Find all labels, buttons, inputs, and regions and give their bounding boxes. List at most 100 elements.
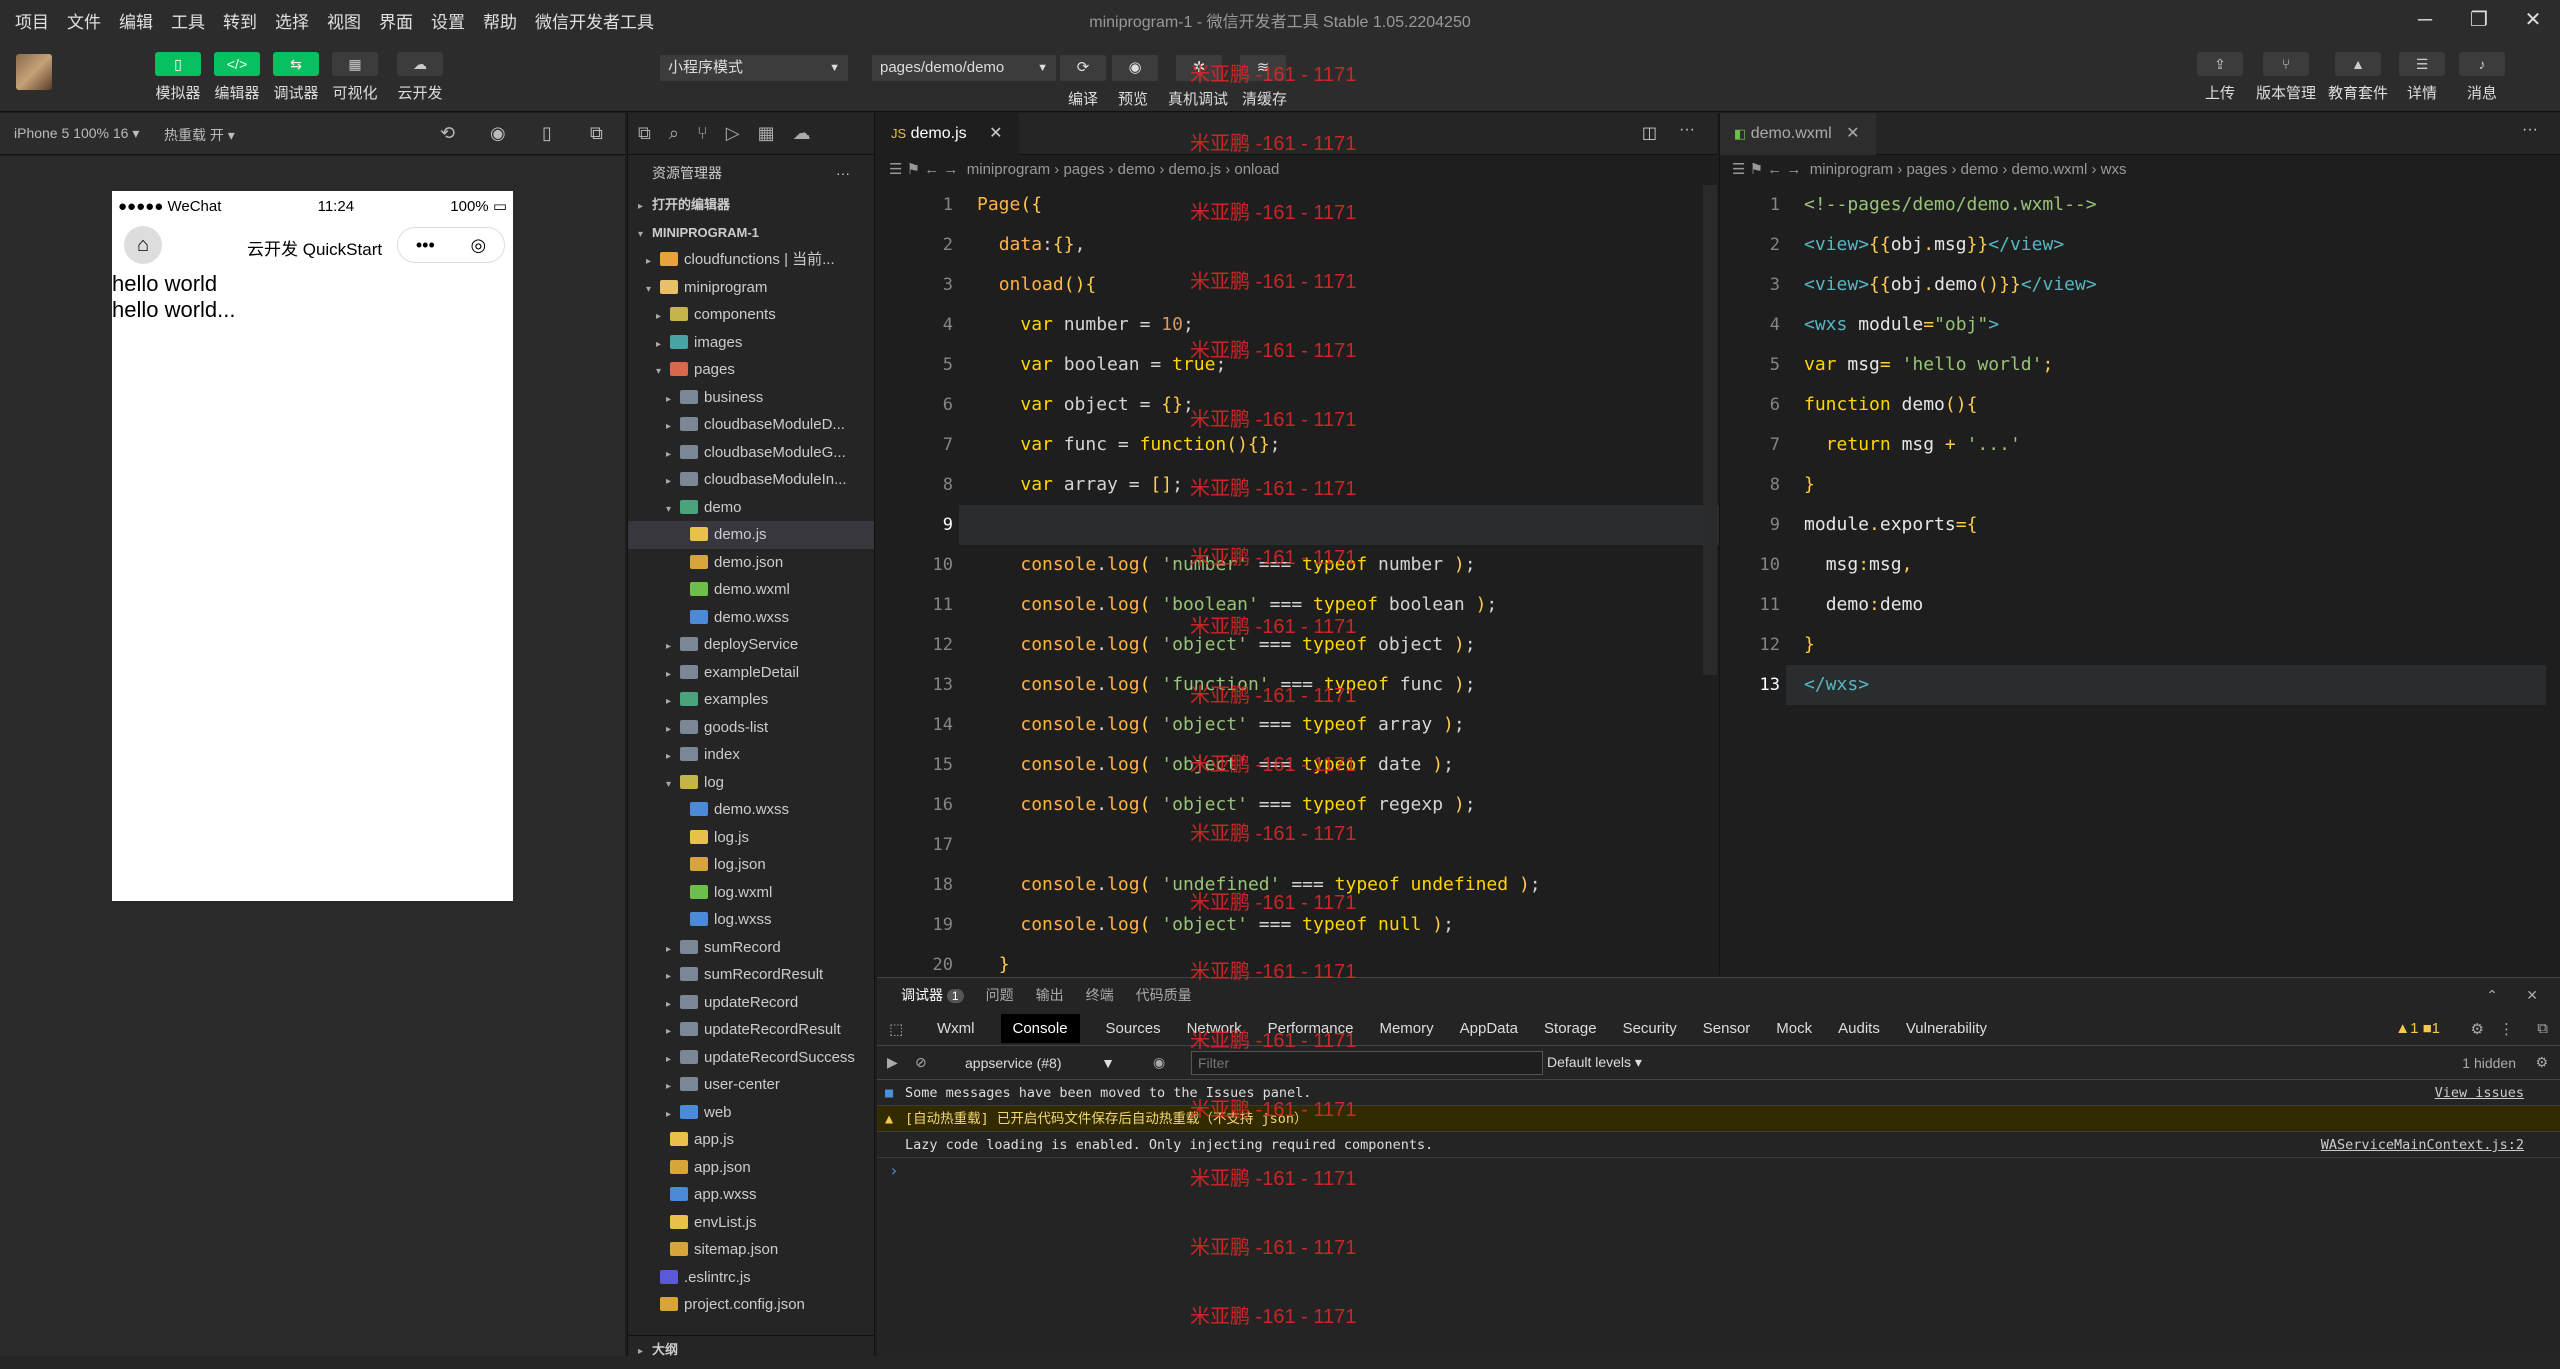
compile-button[interactable]: ⟳ [1060, 55, 1106, 81]
mode-select[interactable]: 小程序模式 ▼ [660, 55, 848, 81]
tree-item[interactable]: app.js [628, 1126, 874, 1154]
tree-item[interactable]: ▸ user-center [628, 1071, 874, 1099]
tree-item[interactable]: log.wxml [628, 879, 874, 907]
visual-button[interactable]: ▦ 可视化 [325, 52, 385, 103]
target-icon[interactable]: ◎ [470, 235, 486, 256]
clear-icon[interactable]: ⊘ [915, 1054, 927, 1071]
cloud-icon[interactable]: ☁ [793, 123, 811, 144]
tab-output[interactable]: 输出 [1036, 985, 1064, 1005]
menu-item[interactable]: 选择 [266, 8, 318, 33]
back-icon[interactable]: ← [924, 161, 939, 178]
tab-issues[interactable]: 问题 [986, 985, 1014, 1005]
tree-item[interactable]: log.js [628, 824, 874, 852]
tree-item[interactable]: ▾ demo [628, 494, 874, 522]
tab-sources[interactable]: Sources [1106, 1020, 1161, 1037]
tree-item[interactable]: ▸ cloudbaseModuleG... [628, 439, 874, 467]
tree-item[interactable]: log.json [628, 851, 874, 879]
tree-item[interactable]: demo.wxml [628, 576, 874, 604]
restore-icon[interactable]: ❐ [2452, 0, 2506, 40]
menu-item[interactable]: 设置 [422, 8, 474, 33]
menu-item[interactable]: 文件 [58, 8, 110, 33]
bookmark-icon[interactable]: ⚑ [1750, 161, 1763, 178]
menu-item[interactable]: 界面 [370, 8, 422, 33]
menu-item[interactable]: 帮助 [474, 8, 526, 33]
inspect-icon[interactable]: ⬚ [889, 1020, 903, 1038]
tree-item[interactable]: ▾ log [628, 769, 874, 797]
levels-select[interactable]: Default levels ▾ [1547, 1054, 1642, 1071]
tab-wxml[interactable]: Wxml [937, 1020, 975, 1037]
files-icon[interactable]: ⧉ [638, 123, 651, 144]
tree-item[interactable]: ▸ cloudbaseModuleD... [628, 411, 874, 439]
menu-item[interactable]: 视图 [318, 8, 370, 33]
list-icon[interactable]: ☰ [889, 161, 902, 178]
tab-performance[interactable]: Performance [1268, 1020, 1354, 1037]
more-icon[interactable]: ··· [836, 155, 850, 191]
details-button[interactable]: ☰ 详情 [2392, 52, 2452, 103]
context-select[interactable]: appservice (#8) ▼ [965, 1055, 1115, 1071]
capsule-menu[interactable]: ••• ◎ [397, 227, 505, 263]
minimize-icon[interactable]: ─ [2398, 0, 2452, 40]
remote-debug-button[interactable]: ✲ [1176, 55, 1222, 81]
split-editor-icon[interactable]: ◫ [1642, 123, 1657, 143]
forward-icon[interactable]: → [1786, 161, 1801, 178]
sidebar-toggle-icon[interactable]: ▶ [887, 1054, 898, 1071]
record-icon[interactable]: ◉ [490, 123, 506, 144]
console-link[interactable]: View issues [2435, 1080, 2524, 1106]
tab-code-quality[interactable]: 代码质量 [1136, 985, 1192, 1005]
tree-item[interactable]: ▸ sumRecordResult [628, 961, 874, 989]
tree-item[interactable]: ▸ updateRecordResult [628, 1016, 874, 1044]
debug-icon[interactable]: ▷ [726, 123, 740, 144]
tree-item[interactable]: demo.wxss [628, 604, 874, 632]
hot-reload-toggle[interactable]: 热重载 开 ▾ [164, 125, 235, 145]
forward-icon[interactable]: → [943, 161, 958, 178]
debugger-button[interactable]: ⇆ 调试器 [266, 52, 326, 103]
tab-sensor[interactable]: Sensor [1703, 1020, 1751, 1037]
tree-item[interactable]: .eslintrc.js [628, 1264, 874, 1292]
tree-item[interactable]: ▸ index [628, 741, 874, 769]
tab-storage[interactable]: Storage [1544, 1020, 1597, 1037]
clear-cache-button[interactable]: ≋ [1240, 55, 1286, 81]
chevron-up-icon[interactable]: ⌃ [2486, 987, 2498, 1004]
menu-item[interactable]: 转到 [214, 8, 266, 33]
more-icon[interactable]: ··· [2522, 121, 2538, 139]
tab-terminal[interactable]: 终端 [1086, 985, 1114, 1005]
gear-icon[interactable]: ⚙ [2535, 1054, 2548, 1071]
dock-icon[interactable]: ⧉ [2537, 1020, 2548, 1037]
console-link[interactable]: WAServiceMainContext.js:2 [2321, 1132, 2524, 1158]
tab-mock[interactable]: Mock [1776, 1020, 1812, 1037]
tab-security[interactable]: Security [1623, 1020, 1677, 1037]
tree-item[interactable]: ▸ images [628, 329, 874, 357]
close-icon[interactable]: ✕ [2506, 0, 2560, 40]
tree-item[interactable]: app.json [628, 1154, 874, 1182]
avatar[interactable] [16, 54, 52, 90]
tree-item[interactable]: ▸ deployService [628, 631, 874, 659]
console-prompt[interactable]: › [877, 1158, 2560, 1184]
tree-item[interactable]: demo.js [628, 521, 874, 549]
tree-item[interactable]: ▸ updateRecordSuccess [628, 1044, 874, 1072]
rotate-icon[interactable]: ⟲ [440, 123, 455, 144]
eye-icon[interactable]: ◉ [1153, 1054, 1165, 1071]
search-icon[interactable]: ⌕ [669, 123, 679, 144]
cloud-button[interactable]: ☁ 云开发 [390, 52, 450, 103]
tree-item[interactable]: demo.json [628, 549, 874, 577]
tree-item[interactable]: ▸ sumRecord [628, 934, 874, 962]
tree-item[interactable]: ▸ exampleDetail [628, 659, 874, 687]
tree-item[interactable]: project.config.json [628, 1291, 874, 1319]
more-icon[interactable]: ··· [1679, 121, 1695, 139]
tree-item[interactable]: ▸ web [628, 1099, 874, 1127]
tree-item[interactable]: ▸ examples [628, 686, 874, 714]
open-editors-section[interactable]: ▸ 打开的编辑器 [628, 191, 874, 219]
menu-item[interactable]: 微信开发者工具 [526, 8, 663, 33]
phone-icon[interactable]: ▯ [542, 123, 552, 144]
tree-item[interactable]: ▸ business [628, 384, 874, 412]
upload-button[interactable]: ⇪ 上传 [2190, 52, 2250, 103]
tree-item[interactable]: ▸ cloudbaseModuleIn... [628, 466, 874, 494]
tree-item[interactable]: envList.js [628, 1209, 874, 1237]
tree-item[interactable]: demo.wxss [628, 796, 874, 824]
tab-audits[interactable]: Audits [1838, 1020, 1880, 1037]
messages-button[interactable]: ♪ 消息 [2452, 52, 2512, 103]
device-select[interactable]: iPhone 5 100% 16 ▾ [14, 125, 139, 142]
issue-badges[interactable]: ▲1 ■1 [2395, 1020, 2440, 1037]
tree-item[interactable]: ▸ goods-list [628, 714, 874, 742]
close-icon[interactable]: ✕ [1846, 125, 1859, 142]
